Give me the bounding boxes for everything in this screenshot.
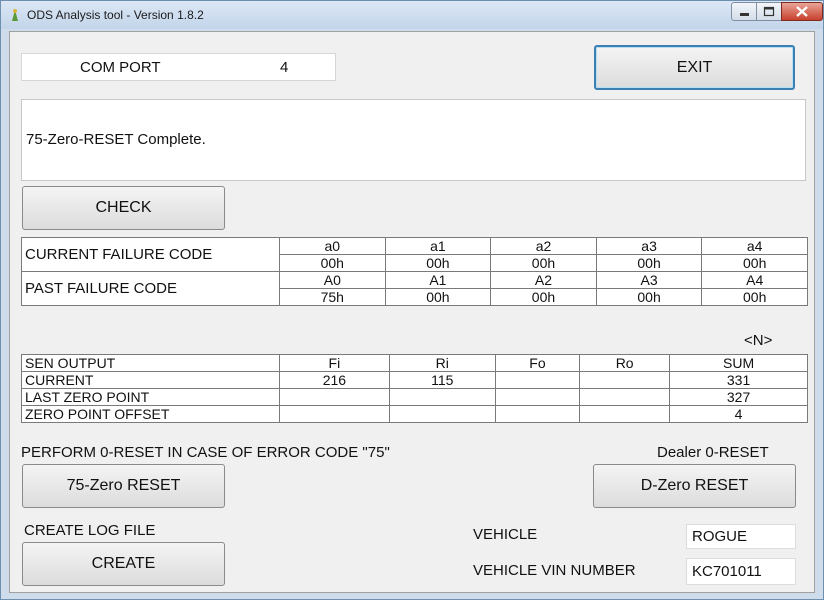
com-port-box: COM PORT 4 [21,53,336,81]
table-cell: 115 [388,371,496,389]
table-cell: 75h [279,288,386,306]
table-cell: 327 [669,388,808,406]
table-cell: A3 [595,271,703,289]
table-cell: a4 [701,237,808,255]
vin-label: VEHICLE VIN NUMBER [473,562,636,579]
table-cell [579,405,671,423]
table-cell: Fi [279,354,390,372]
past-failure-label: PAST FAILURE CODE [21,271,280,306]
table-cell: 4 [669,405,808,423]
table-cell [494,405,581,423]
table-cell: LAST ZERO POINT [21,388,280,406]
status-message-box: 75-Zero-RESET Complete. [21,99,806,181]
table-cell: 00h [384,254,492,272]
dealer-zero-reset-button[interactable]: D-Zero RESET [593,464,796,508]
vehicle-field[interactable]: ROGUE [686,524,796,549]
table-cell: SUM [669,354,808,372]
log-file-label: CREATE LOG FILE [24,522,156,539]
exit-button[interactable]: EXIT [594,45,795,90]
table-cell [494,388,581,406]
vin-value: KC701011 [692,563,762,580]
table-cell: 00h [595,254,703,272]
table-cell: 00h [384,288,492,306]
table-row: CURRENT 216 115 331 [21,371,808,389]
table-cell: ZERO POINT OFFSET [21,405,280,423]
com-port-value[interactable]: 4 [280,59,288,76]
app-window: ODS Analysis tool - Version 1.8.2 COM PO… [0,0,824,600]
table-cell: A1 [384,271,492,289]
failure-code-table: CURRENT FAILURE CODE a0 a1 a2 a3 a4 00h … [21,237,808,306]
create-log-button[interactable]: CREATE [22,542,225,586]
unit-label: <N> [744,332,773,349]
table-cell: CURRENT [21,371,280,389]
table-cell: 331 [669,371,808,389]
table-cell [579,371,671,389]
table-cell: 00h [595,288,703,306]
table-row: SEN OUTPUT Fi Ri Fo Ro SUM [21,354,808,372]
sensor-output-table: SEN OUTPUT Fi Ri Fo Ro SUM CURRENT 216 1… [21,354,808,423]
current-failure-label: CURRENT FAILURE CODE [21,237,280,272]
vehicle-value: ROGUE [692,528,748,545]
main-panel: COM PORT 4 EXIT 75-Zero-RESET Complete. … [9,31,815,593]
table-cell [579,388,671,406]
table-cell: A2 [490,271,597,289]
table-cell [388,405,496,423]
dealer-reset-label: Dealer 0-RESET [657,444,769,461]
close-icon [796,6,808,17]
table-cell: A4 [701,271,808,289]
check-button[interactable]: CHECK [22,186,225,230]
minimize-button[interactable] [731,2,757,21]
table-cell: Ro [579,354,671,372]
table-cell [279,405,390,423]
title-bar[interactable]: ODS Analysis tool - Version 1.8.2 [1,1,823,29]
table-row: LAST ZERO POINT 327 [21,388,808,406]
table-cell: SEN OUTPUT [21,354,280,372]
maximize-button[interactable] [756,2,782,21]
table-cell: 00h [279,254,386,272]
table-cell [388,388,496,406]
table-row: CURRENT FAILURE CODE a0 a1 a2 a3 a4 [21,237,808,272]
table-cell [494,371,581,389]
table-cell: a0 [279,237,386,255]
table-cell: 216 [279,371,390,389]
table-cell: 00h [701,254,808,272]
table-cell: a1 [384,237,492,255]
table-cell: A0 [279,271,386,289]
status-message: 75-Zero-RESET Complete. [26,131,206,148]
table-cell: 00h [490,288,597,306]
table-row: PAST FAILURE CODE A0 A1 A2 A3 A4 [21,271,808,306]
table-row: ZERO POINT OFFSET 4 [21,405,808,423]
table-cell: 00h [701,288,808,306]
app-icon [12,9,18,21]
table-cell [279,388,390,406]
vehicle-label: VEHICLE [473,526,538,543]
close-button[interactable] [781,2,823,21]
minimize-icon [740,13,749,16]
window-title: ODS Analysis tool - Version 1.8.2 [27,8,204,22]
table-cell: Ri [388,354,496,372]
table-cell: 00h [490,254,597,272]
com-port-label: COM PORT [80,59,161,76]
maximize-icon [763,6,775,17]
zero-reset-button[interactable]: 75-Zero RESET [22,464,225,508]
table-cell: a2 [490,237,597,255]
vin-field[interactable]: KC701011 [686,558,796,585]
table-cell: Fo [494,354,581,372]
table-cell: a3 [595,237,703,255]
zero-reset-note: PERFORM 0-RESET IN CASE OF ERROR CODE "7… [21,444,390,461]
